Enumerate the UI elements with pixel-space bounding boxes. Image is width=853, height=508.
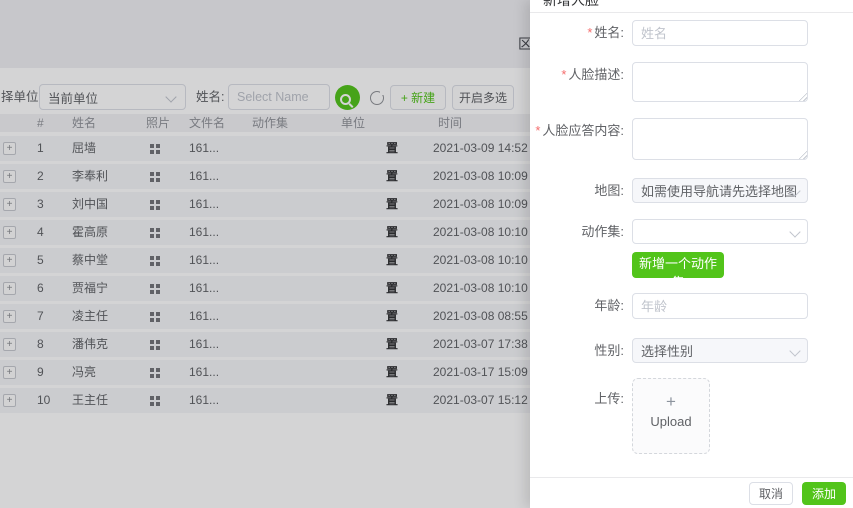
cancel-button[interactable]: 取消 [749, 482, 793, 505]
required-asterisk: * [535, 123, 540, 138]
label-text: 地图: [594, 183, 624, 198]
desc-field-label: *人脸描述: [530, 67, 624, 83]
label-text: 动作集: [581, 224, 624, 239]
action-set-select[interactable] [632, 219, 808, 244]
face-name-input[interactable] [632, 20, 808, 46]
label-text: 上传: [594, 391, 624, 406]
drawer-mask[interactable] [0, 0, 530, 508]
chevron-down-icon [789, 345, 800, 356]
divider [530, 477, 853, 478]
label-text: 姓名: [594, 25, 624, 40]
chevron-down-icon [789, 226, 800, 237]
gender-field-label: 性别: [530, 343, 624, 359]
name-field-label: *姓名: [530, 25, 624, 41]
plus-icon: + [633, 393, 709, 411]
label-text: 性别: [594, 343, 624, 358]
divider [530, 12, 853, 13]
required-asterisk: * [561, 67, 566, 82]
map-select-placeholder: 如需使用导航请先选择地图 [641, 181, 797, 200]
map-select[interactable]: 如需使用导航请先选择地图 [632, 178, 808, 203]
map-field-label: 地图: [530, 183, 624, 199]
add-face-drawer: 新增人脸 *姓名: *人脸描述: *人脸应答内容: 地图: 如需使用导航请先选择… [530, 0, 853, 508]
upload-field-label: 上传: [530, 391, 624, 407]
label-text: 年龄: [594, 298, 624, 313]
actionset-field-label: 动作集: [530, 224, 624, 240]
face-desc-textarea[interactable] [632, 62, 808, 102]
add-button[interactable]: 添加 [802, 482, 846, 505]
reply-field-label: *人脸应答内容: [530, 123, 624, 139]
label-text: 人脸描述: [568, 67, 624, 82]
age-input[interactable] [632, 293, 808, 319]
gender-select-placeholder: 选择性别 [641, 341, 693, 360]
upload-dropzone[interactable]: + Upload [632, 378, 710, 454]
face-reply-textarea[interactable] [632, 118, 808, 160]
label-text: 人脸应答内容: [542, 123, 624, 138]
add-action-set-button[interactable]: 新增一个动作集 [632, 252, 724, 278]
upload-text: Upload [633, 414, 709, 429]
age-field-label: 年龄: [530, 298, 624, 314]
gender-select[interactable]: 选择性别 [632, 338, 808, 363]
required-asterisk: * [587, 25, 592, 40]
drawer-title: 新增人脸 [543, 0, 599, 10]
